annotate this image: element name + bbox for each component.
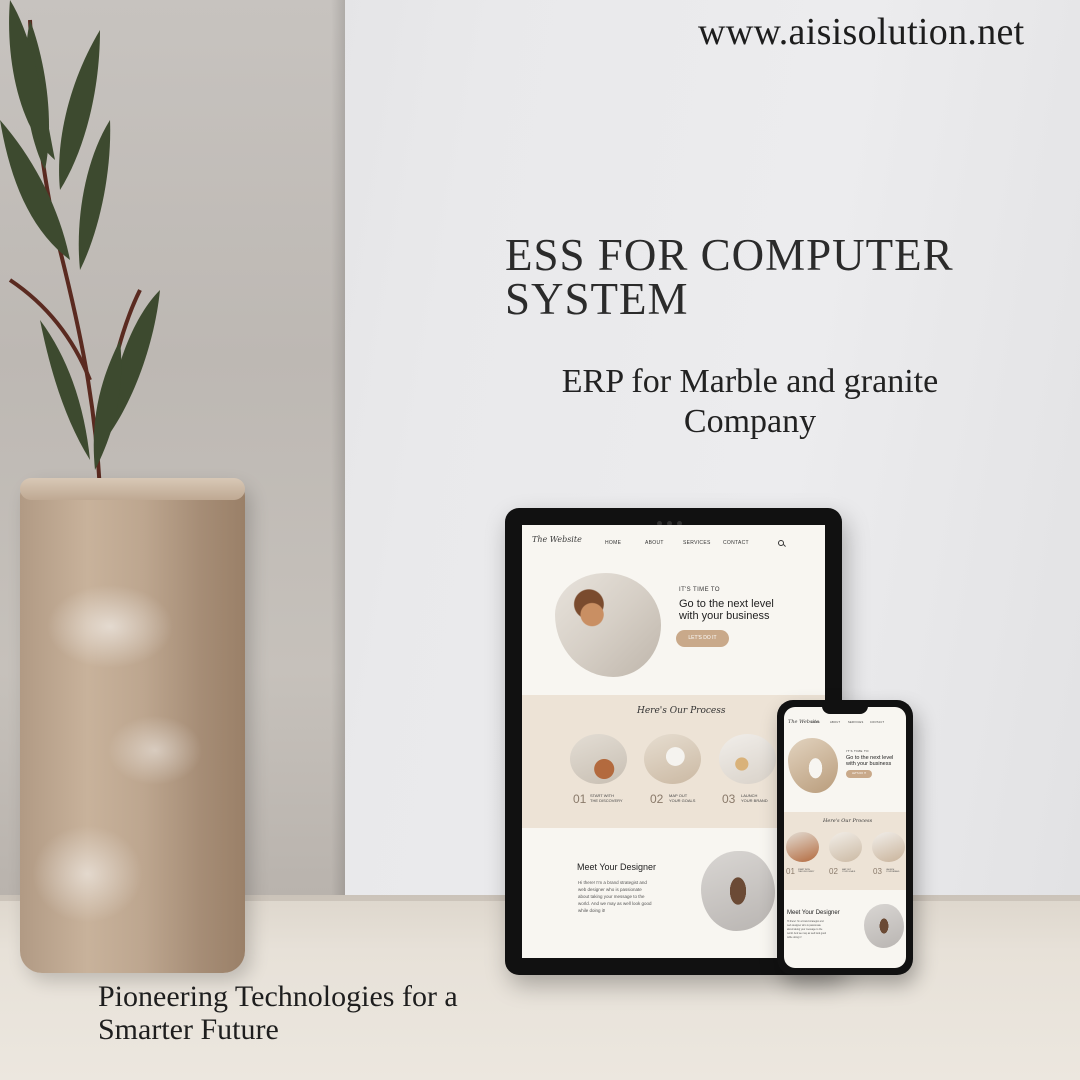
step3-label-line2: YOUR BRAND: [741, 797, 768, 803]
phone-step1-label-line2: THE DISCOVERY: [798, 871, 815, 874]
site-logo[interactable]: The Website: [532, 535, 582, 544]
phone-step2-label-line2: YOUR GOALS: [842, 871, 856, 874]
phone-mockup: The Website HOME ABOUT SERVICES CONTACT …: [777, 700, 913, 975]
step3-label: LAUNCH YOUR BRAND: [741, 793, 768, 804]
hero-eyebrow: IT'S TIME TO: [679, 587, 720, 593]
phone-hero-eyebrow: IT'S TIME TO: [846, 749, 869, 753]
process-step1-image: [570, 734, 627, 784]
headline-line1: ESS FOR COMPUTER: [505, 230, 954, 280]
phone-process-section: Here's Our Process 01 START WITH THE DIS…: [784, 812, 906, 890]
headline: ESS FOR COMPUTER SYSTEM: [505, 230, 954, 324]
designer-bio-line1: Hi there! I'm a brand strategist and: [578, 880, 647, 885]
phone-step2-number: 02: [829, 867, 838, 876]
phone-nav-services[interactable]: SERVICES: [848, 721, 863, 724]
tagline-line1: Pioneering Technologies for a: [98, 980, 458, 1013]
tagline-line2: Smarter Future: [98, 1013, 279, 1046]
step2-label-line2: YOUR GOALS: [669, 797, 696, 803]
phone-step3-label: LAUNCH YOUR BRAND: [886, 869, 899, 874]
designer-bio: Hi there! I'm a brand strategist and web…: [578, 879, 652, 914]
phone-designer-bio-line5: while doing it!: [787, 936, 802, 939]
camera-icon: [657, 513, 691, 526]
plant-image: [0, 0, 160, 491]
designer-bio-line3: about taking your message to the: [578, 894, 645, 899]
step1-label: START WITH THE DISCOVERY: [590, 793, 623, 804]
hero-title-line2: with your business: [679, 610, 770, 622]
marble-vase: [20, 478, 245, 973]
step1-number: 01: [573, 792, 587, 806]
phone-step3-image: [872, 832, 905, 862]
phone-hero-cta-button[interactable]: LET'S DO IT: [846, 770, 872, 778]
phone-step2-image: [829, 832, 862, 862]
process-step3-image: [719, 734, 776, 784]
phone-nav-contact[interactable]: CONTACT: [870, 721, 884, 724]
phone-step1-image: [786, 832, 819, 862]
phone-process-title: Here's Our Process: [823, 818, 873, 824]
subheadline-line2: Company: [683, 403, 817, 440]
phone-step3-number: 03: [873, 867, 882, 876]
headline-line2: SYSTEM: [505, 274, 689, 324]
phone-step2-label: MAP OUT YOUR GOALS: [842, 869, 855, 874]
designer-bio-line2: web designer who is passionate: [578, 887, 642, 892]
subheadline: ERP for Marble and granite Company: [520, 362, 980, 442]
hero-cta-button[interactable]: LET'S DO IT: [676, 630, 729, 647]
phone-designer-bio: Hi there! I'm a brand strategist and web…: [787, 920, 826, 940]
phone-designer-title: Meet Your Designer: [787, 910, 840, 916]
step3-number: 03: [722, 792, 736, 806]
phone-notch: [822, 705, 868, 714]
phone-step1-number: 01: [786, 867, 795, 876]
tagline: Pioneering Technologies for a Smarter Fu…: [98, 980, 458, 1046]
phone-nav-home[interactable]: HOME: [811, 721, 820, 724]
tablet-navbar: The Website HOME ABOUT SERVICES CONTACT: [522, 525, 825, 563]
designer-title: Meet Your Designer: [577, 862, 657, 872]
phone-hero-image: [788, 738, 838, 793]
hero-image: [555, 573, 661, 677]
step2-number: 02: [650, 792, 664, 806]
phone-nav-about[interactable]: ABOUT: [830, 721, 840, 724]
phone-step1-label: START WITH THE DISCOVERY: [798, 869, 814, 874]
phone-hero-title-line2: with your business: [846, 761, 892, 767]
process-title: Here's Our Process: [637, 706, 726, 716]
step2-label: MAP OUT YOUR GOALS: [669, 793, 696, 804]
designer-bio-line5: while doing it!: [578, 908, 606, 913]
phone-designer-photo: [864, 904, 904, 948]
nav-contact[interactable]: CONTACT: [723, 540, 749, 546]
nav-services[interactable]: SERVICES: [683, 540, 711, 546]
step1-label-line2: THE DISCOVERY: [590, 797, 623, 803]
phone-screen: The Website HOME ABOUT SERVICES CONTACT …: [784, 707, 906, 968]
search-icon[interactable]: [778, 540, 784, 546]
phone-step3-label-line2: YOUR BRAND: [886, 871, 900, 874]
designer-photo: [701, 851, 775, 931]
nav-about[interactable]: ABOUT: [645, 540, 664, 546]
designer-bio-line4: world. And we may as well look good: [578, 901, 652, 906]
hero-title: Go to the next level with your business: [679, 598, 774, 622]
website-url: www.aisisolution.net: [698, 11, 1025, 53]
nav-home[interactable]: HOME: [605, 540, 621, 546]
process-step2-image: [644, 734, 701, 784]
hero-title-line1: Go to the next level: [679, 598, 774, 610]
subheadline-line1: ERP for Marble and granite: [561, 363, 939, 400]
phone-hero-title: Go to the next level with your business: [846, 755, 893, 767]
